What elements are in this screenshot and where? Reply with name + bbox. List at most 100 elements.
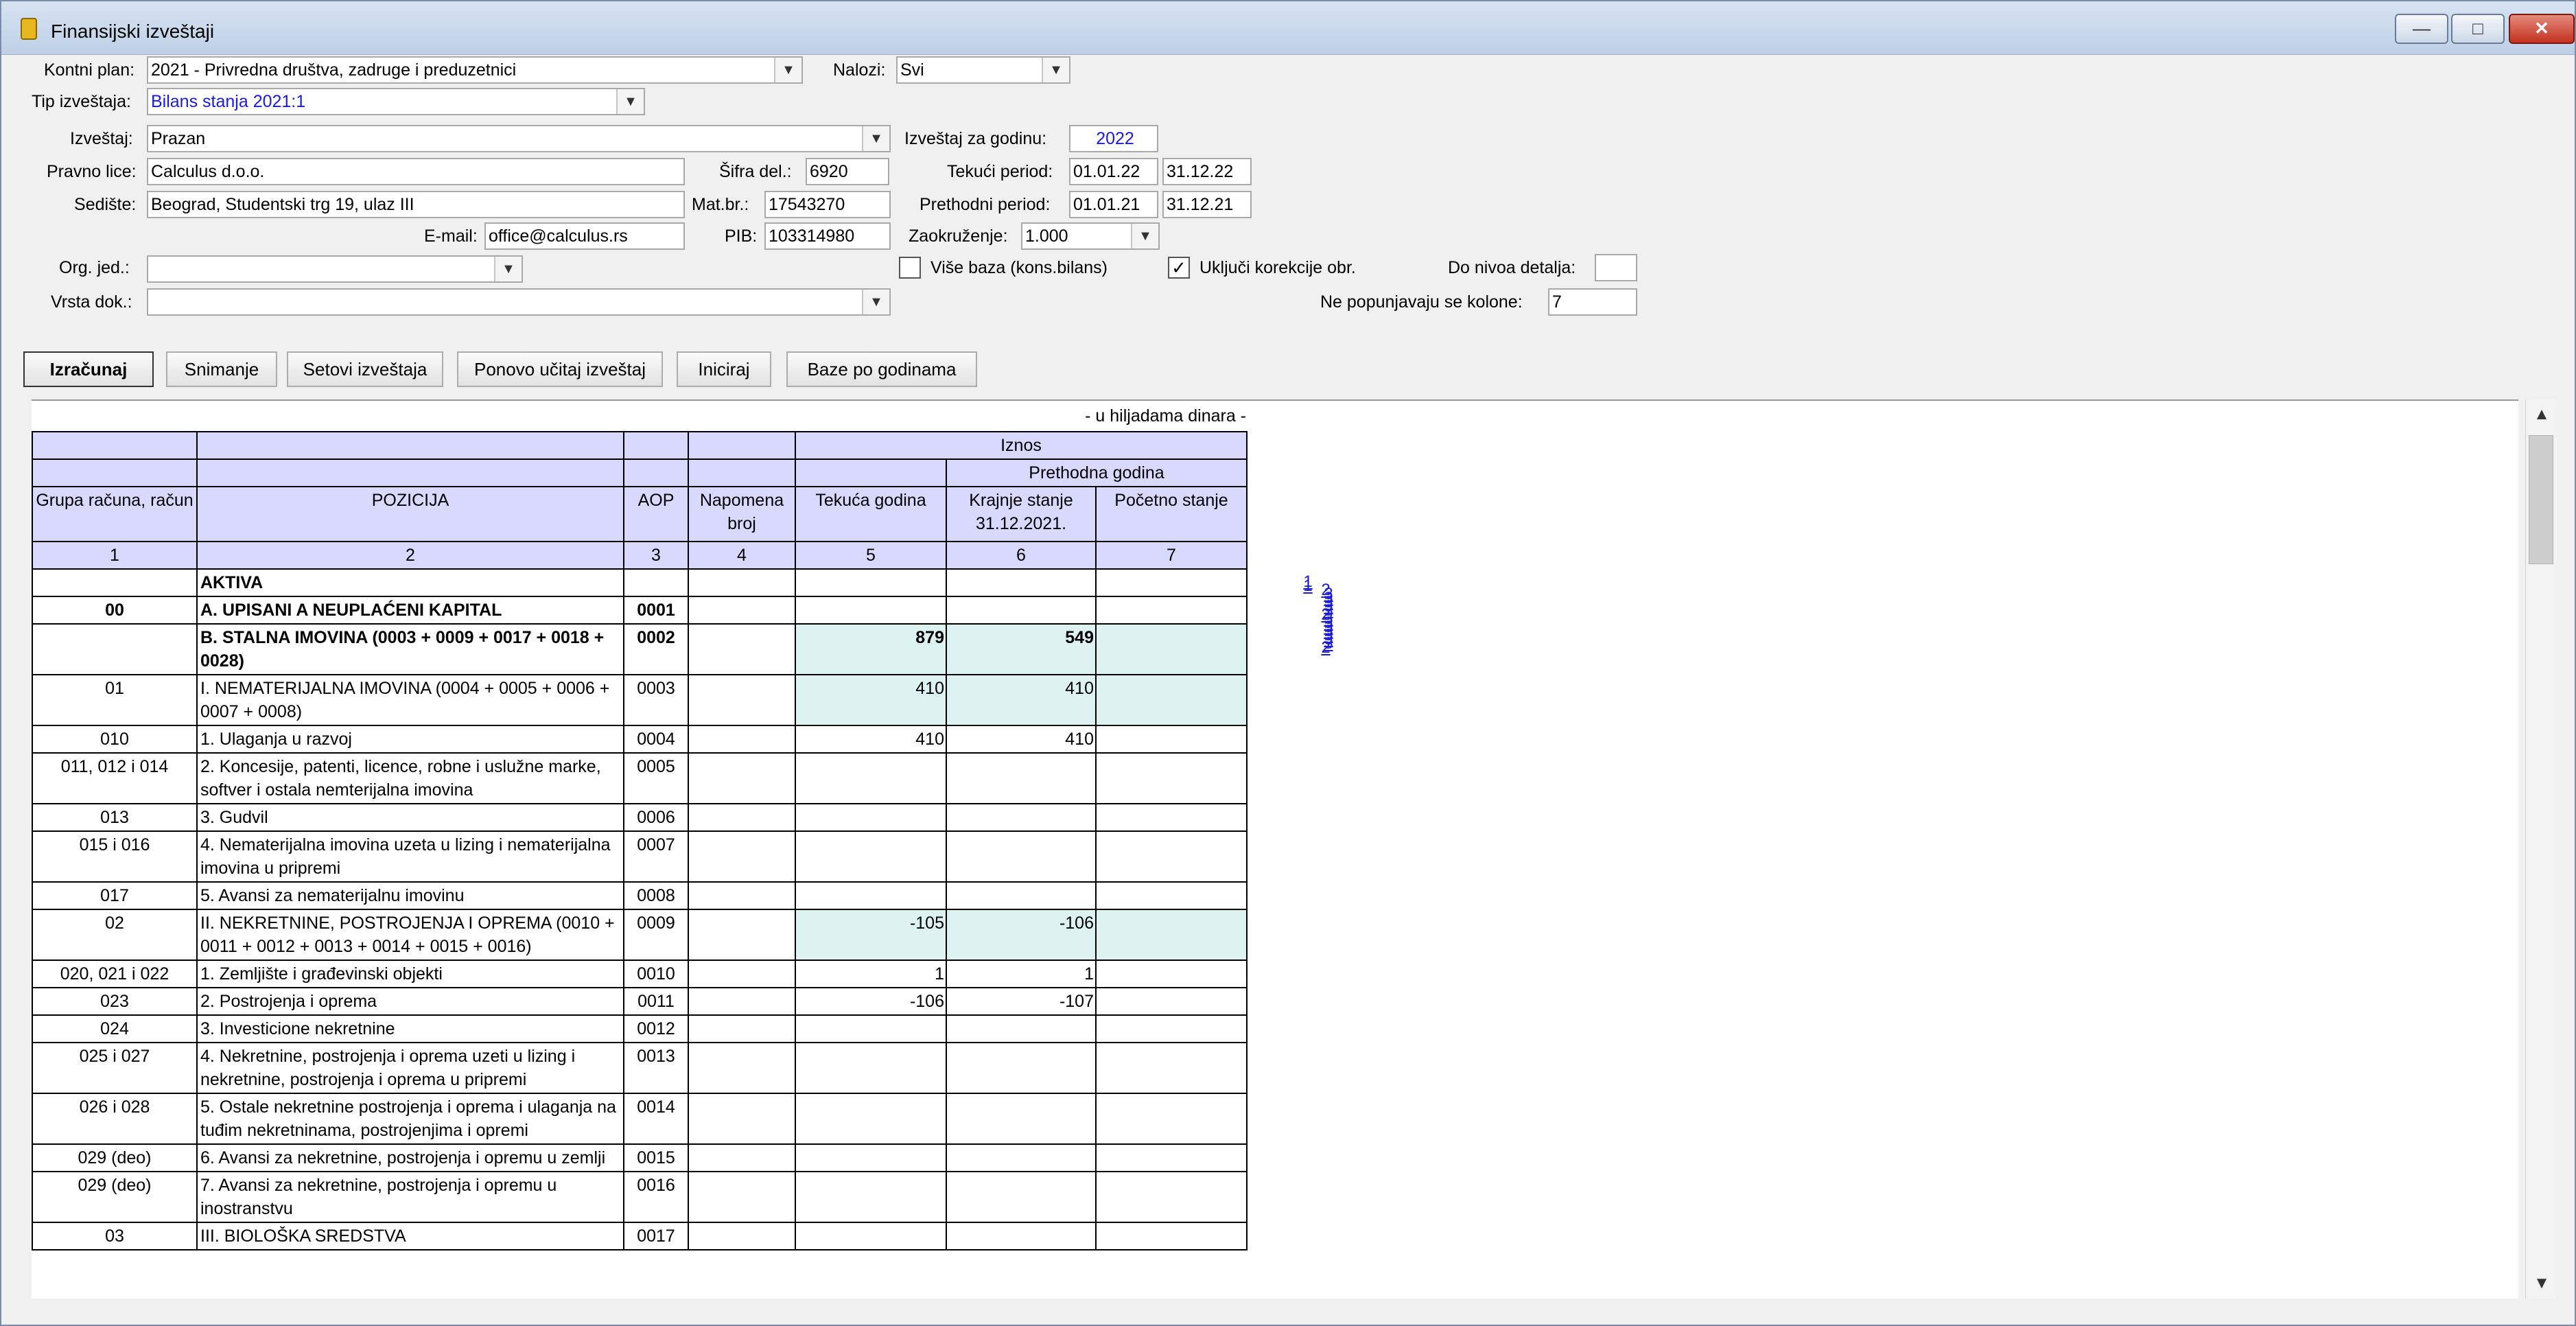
chevron-down-icon[interactable]: ▼ <box>862 126 889 151</box>
scroll-up-icon[interactable]: ▲ <box>2526 399 2557 430</box>
row-napomena[interactable] <box>688 623 796 675</box>
snimanje-button[interactable]: Snimanje <box>166 351 277 387</box>
chevron-down-icon[interactable]: ▼ <box>1042 58 1069 82</box>
izvestaj-za-godinu-field[interactable]: 2022 <box>1069 125 1158 152</box>
vertical-scrollbar[interactable]: ▲ ▼ <box>2525 399 2557 1299</box>
nalozi-select[interactable]: Svi ▼ <box>896 56 1070 84</box>
prethodni-period-to[interactable]: 31.12.21 <box>1162 191 1252 218</box>
chevron-down-icon[interactable]: ▼ <box>1131 224 1158 248</box>
scroll-down-icon[interactable]: ▼ <box>2526 1268 2557 1299</box>
row-krajnje[interactable] <box>946 1143 1097 1172</box>
row-tekuca[interactable]: 1 <box>795 959 947 988</box>
row-pocetno[interactable] <box>1095 1171 1248 1223</box>
row-pocetno[interactable] <box>1095 1093 1248 1145</box>
row-krajnje[interactable] <box>946 830 1097 883</box>
pravno-lice-field[interactable]: Calculus d.o.o. <box>147 158 685 185</box>
row-krajnje[interactable]: 410 <box>946 674 1097 726</box>
minimize-button[interactable]: — <box>2395 14 2448 44</box>
row-napomena[interactable] <box>688 752 796 804</box>
chevron-down-icon[interactable]: ▼ <box>616 89 644 114</box>
izvestaj-select[interactable]: Prazan ▼ <box>147 125 891 152</box>
row-tekuca[interactable] <box>795 1093 947 1145</box>
tekuci-period-to[interactable]: 31.12.22 <box>1162 158 1252 185</box>
row-krajnje[interactable] <box>946 596 1097 625</box>
row-pocetno[interactable] <box>1095 1042 1248 1094</box>
close-button[interactable]: ✕ <box>2509 14 2575 44</box>
vrsta-dok-select[interactable]: ▼ <box>147 288 891 316</box>
row-tekuca[interactable] <box>795 1171 947 1223</box>
row-napomena[interactable] <box>688 830 796 883</box>
row-krajnje[interactable] <box>946 1222 1097 1251</box>
row-napomena[interactable] <box>688 881 796 910</box>
row-tekuca[interactable]: 879 <box>795 623 947 675</box>
row-krajnje[interactable] <box>946 1042 1097 1094</box>
sediste-field[interactable]: Beograd, Studentski trg 19, ulaz III <box>147 191 685 218</box>
row-napomena[interactable] <box>688 1222 796 1251</box>
row-tekuca[interactable] <box>795 881 947 910</box>
maximize-button[interactable]: □ <box>2451 14 2505 44</box>
row-pocetno[interactable] <box>1095 830 1248 883</box>
vise-baza-checkbox[interactable] <box>899 257 921 279</box>
row-pocetno[interactable] <box>1095 1014 1248 1043</box>
row-pocetno[interactable] <box>1095 752 1248 804</box>
kontni-plan-select[interactable]: 2021 - Privredna društva, zadruge i pred… <box>147 56 803 84</box>
row-napomena[interactable] <box>688 1143 796 1172</box>
ne-popunjavaju-field[interactable]: 7 <box>1548 288 1637 316</box>
row-krajnje[interactable] <box>946 568 1097 597</box>
setovi-izvestaja-button[interactable]: Setovi izveštaja <box>287 351 443 387</box>
email-field[interactable]: office@calculus.rs <box>484 222 685 250</box>
row-pocetno[interactable] <box>1095 803 1248 832</box>
row-tekuca[interactable] <box>795 1143 947 1172</box>
baze-po-godinama-button[interactable]: Baze po godinama <box>786 351 977 387</box>
row-tekuca[interactable] <box>795 596 947 625</box>
izracunaj-button[interactable]: Izračunaj <box>23 351 154 387</box>
row-pocetno[interactable] <box>1095 909 1248 961</box>
row-krajnje[interactable]: 410 <box>946 725 1097 754</box>
row-napomena[interactable] <box>688 987 796 1016</box>
sifra-del-field[interactable]: 6920 <box>806 158 889 185</box>
row-pocetno[interactable] <box>1095 568 1248 597</box>
ukljuci-korekcije-checkbox[interactable]: ✓ <box>1168 257 1190 279</box>
row-napomena[interactable] <box>688 1093 796 1145</box>
row-pocetno[interactable] <box>1095 987 1248 1016</box>
scroll-thumb[interactable] <box>2529 435 2553 564</box>
level-link[interactable]: 2 <box>1312 638 1339 658</box>
row-tekuca[interactable]: 410 <box>795 725 947 754</box>
zaokruzenje-select[interactable]: 1.000 ▼ <box>1021 222 1160 250</box>
row-tekuca[interactable] <box>795 568 947 597</box>
row-napomena[interactable] <box>688 803 796 832</box>
row-napomena[interactable] <box>688 959 796 988</box>
row-pocetno[interactable] <box>1095 1222 1248 1251</box>
chevron-down-icon[interactable]: ▼ <box>774 58 801 82</box>
row-tekuca[interactable] <box>795 1014 947 1043</box>
row-tekuca[interactable]: 410 <box>795 674 947 726</box>
row-tekuca[interactable]: -106 <box>795 987 947 1016</box>
tekuci-period-from[interactable]: 01.01.22 <box>1069 158 1158 185</box>
row-pocetno[interactable] <box>1095 674 1248 726</box>
row-pocetno[interactable] <box>1095 959 1248 988</box>
tip-izvestaja-select[interactable]: Bilans stanja 2021:1 ▼ <box>147 88 645 115</box>
row-napomena[interactable] <box>688 1171 796 1223</box>
row-tekuca[interactable] <box>795 830 947 883</box>
row-tekuca[interactable]: -105 <box>795 909 947 961</box>
row-krajnje[interactable] <box>946 1093 1097 1145</box>
chevron-down-icon[interactable]: ▼ <box>862 290 889 314</box>
row-napomena[interactable] <box>688 1014 796 1043</box>
row-napomena[interactable] <box>688 725 796 754</box>
do-nivoa-field[interactable] <box>1595 254 1637 281</box>
row-krajnje[interactable] <box>946 881 1097 910</box>
row-krajnje[interactable]: 1 <box>946 959 1097 988</box>
row-napomena[interactable] <box>688 909 796 961</box>
org-jed-select[interactable]: ▼ <box>147 255 523 283</box>
row-tekuca[interactable] <box>795 752 947 804</box>
row-pocetno[interactable] <box>1095 623 1248 675</box>
row-tekuca[interactable] <box>795 1222 947 1251</box>
row-pocetno[interactable] <box>1095 596 1248 625</box>
row-krajnje[interactable] <box>946 1014 1097 1043</box>
ponovo-ucitaj-button[interactable]: Ponovo učitaj izveštaj <box>457 351 663 387</box>
row-tekuca[interactable] <box>795 1042 947 1094</box>
row-krajnje[interactable] <box>946 1171 1097 1223</box>
pib-field[interactable]: 103314980 <box>764 222 891 250</box>
row-krajnje[interactable]: -106 <box>946 909 1097 961</box>
row-pocetno[interactable] <box>1095 1143 1248 1172</box>
